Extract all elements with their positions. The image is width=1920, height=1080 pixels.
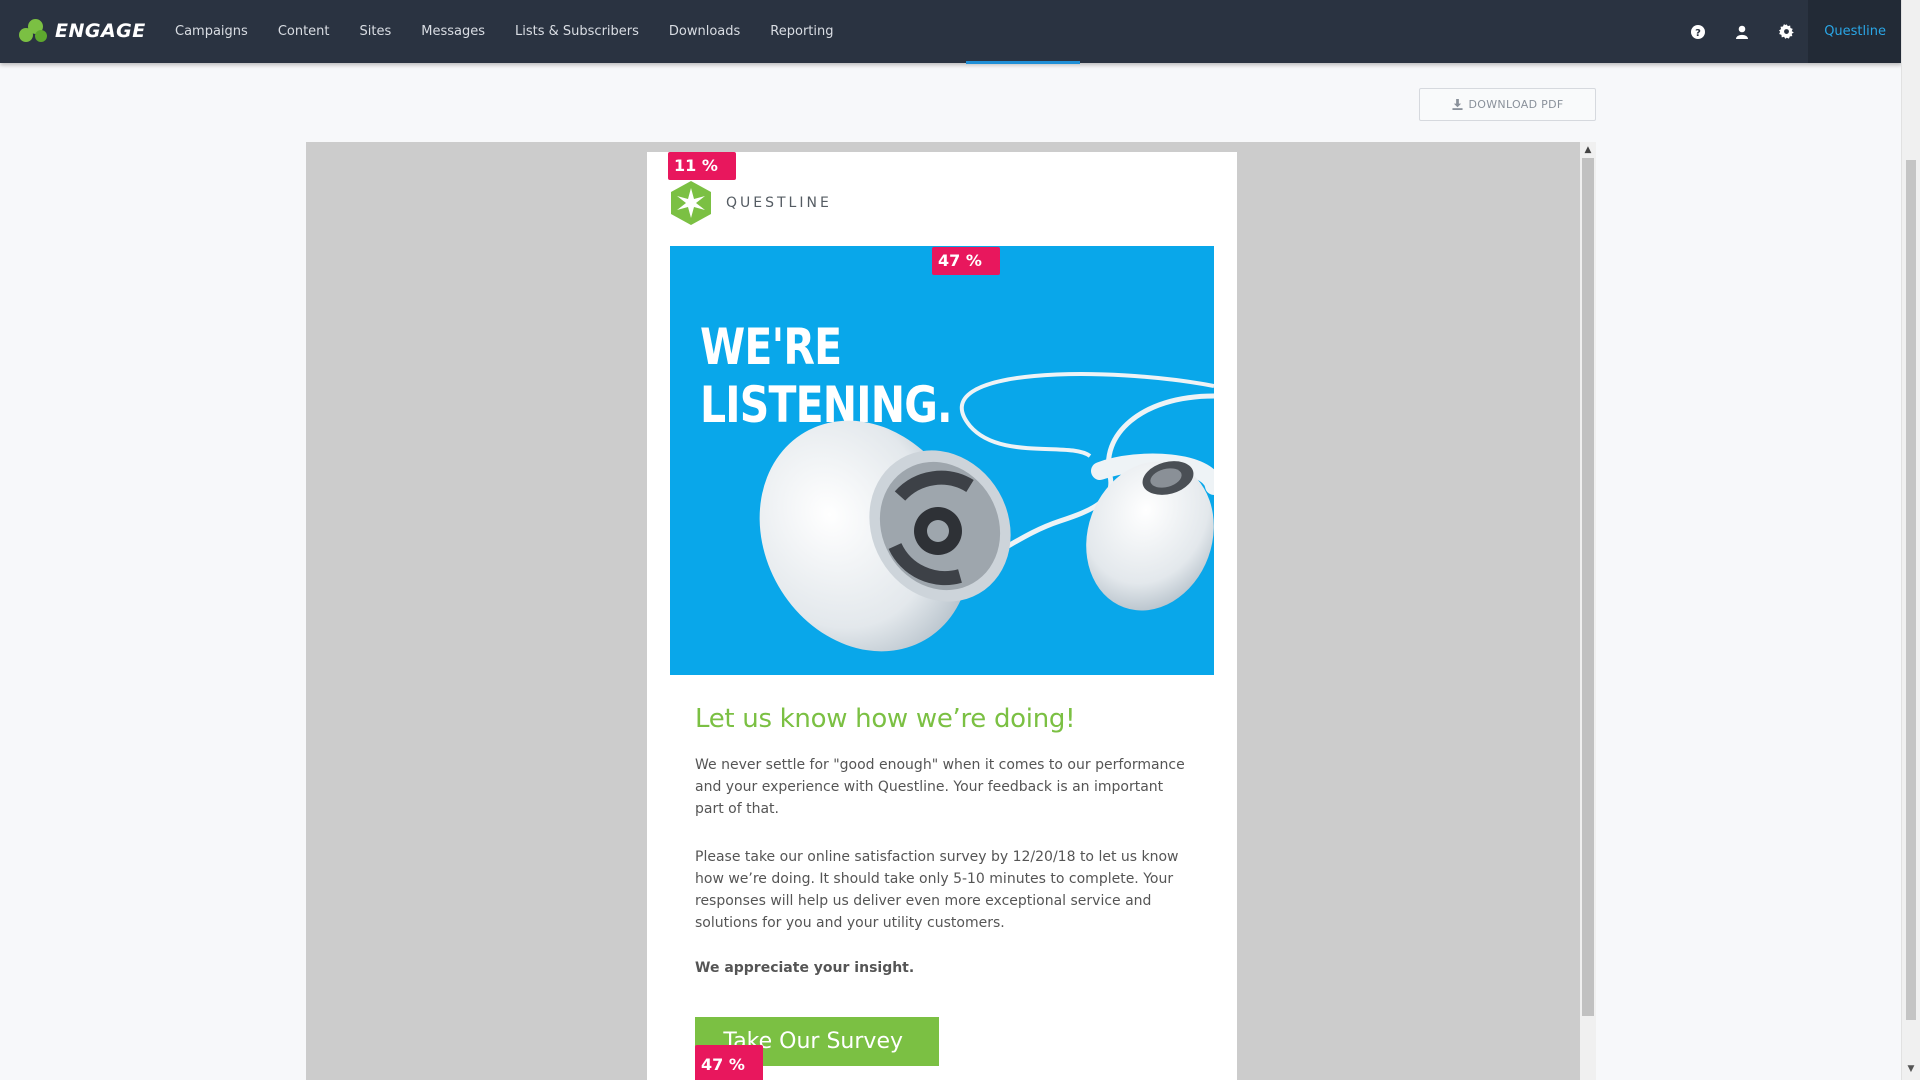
email-paragraph-2: Please take our online satisfaction surv… — [695, 849, 1179, 931]
questline-logo-text: QUESTLINE — [726, 195, 832, 211]
preview-scrollbar-thumb[interactable] — [1582, 158, 1594, 1016]
svg-text:?: ? — [1695, 28, 1701, 39]
download-pdf-label: DOWNLOAD PDF — [1468, 98, 1564, 111]
help-icon[interactable]: ? — [1676, 0, 1720, 63]
email-preview-frame: QUESTLINE WE'RE LISTENING. Let us know h… — [306, 142, 1580, 1080]
settings-gear-icon[interactable] — [1764, 0, 1808, 63]
earbuds-illustration — [759, 372, 1214, 652]
nav-item-content[interactable]: Content — [263, 0, 345, 63]
email-paragraph-1: We never settle for "good enough" when i… — [695, 757, 1185, 817]
questline-logo[interactable]: QUESTLINE — [668, 180, 832, 226]
top-right-actions: ? Questline — [1676, 0, 1902, 63]
nav-item-lists-subscribers[interactable]: Lists & Subscribers — [500, 0, 654, 63]
engage-logo-icon — [19, 16, 49, 46]
top-navigation-bar: ENGAGE Campaigns Content Sites Messages … — [0, 0, 1902, 63]
email-closing: We appreciate your insight. — [695, 960, 915, 976]
questline-logo-icon — [671, 181, 711, 225]
user-icon[interactable] — [1720, 0, 1764, 63]
page-scrollbar[interactable]: ▼ — [1901, 0, 1920, 1080]
nav-item-campaigns[interactable]: Campaigns — [160, 0, 263, 63]
email-preview: QUESTLINE WE'RE LISTENING. Let us know h… — [647, 152, 1237, 1080]
email-heading: Let us know how we’re doing! — [695, 704, 1076, 734]
email-body: Let us know how we’re doing! We never se… — [695, 704, 1190, 976]
click-rate-badge-cta: 47 % — [695, 1045, 763, 1080]
download-icon — [1451, 99, 1463, 110]
active-tab-indicator — [966, 61, 1080, 64]
engage-logo[interactable]: ENGAGE — [19, 16, 146, 46]
scroll-down-arrow-icon[interactable]: ▼ — [1906, 1064, 1916, 1074]
page-scrollbar-thumb[interactable] — [1906, 160, 1916, 1020]
main-nav: Campaigns Content Sites Messages Lists &… — [160, 0, 849, 63]
scroll-up-arrow-icon[interactable]: ▲ — [1583, 144, 1593, 156]
preview-scrollbar[interactable]: ▲ — [1580, 142, 1596, 1080]
nav-item-downloads[interactable]: Downloads — [654, 0, 755, 63]
nav-item-sites[interactable]: Sites — [345, 0, 407, 63]
download-pdf-button[interactable]: DOWNLOAD PDF — [1419, 88, 1596, 121]
nav-item-messages[interactable]: Messages — [406, 0, 500, 63]
organization-menu[interactable]: Questline — [1808, 0, 1902, 63]
engage-brand-text: ENGAGE — [55, 20, 146, 42]
click-rate-badge-hero: 47 % — [932, 247, 1000, 275]
hero-image[interactable]: WE'RE LISTENING. — [670, 246, 1214, 675]
click-rate-badge-logo: 11 % — [668, 152, 736, 180]
nav-item-reporting[interactable]: Reporting — [755, 0, 848, 63]
